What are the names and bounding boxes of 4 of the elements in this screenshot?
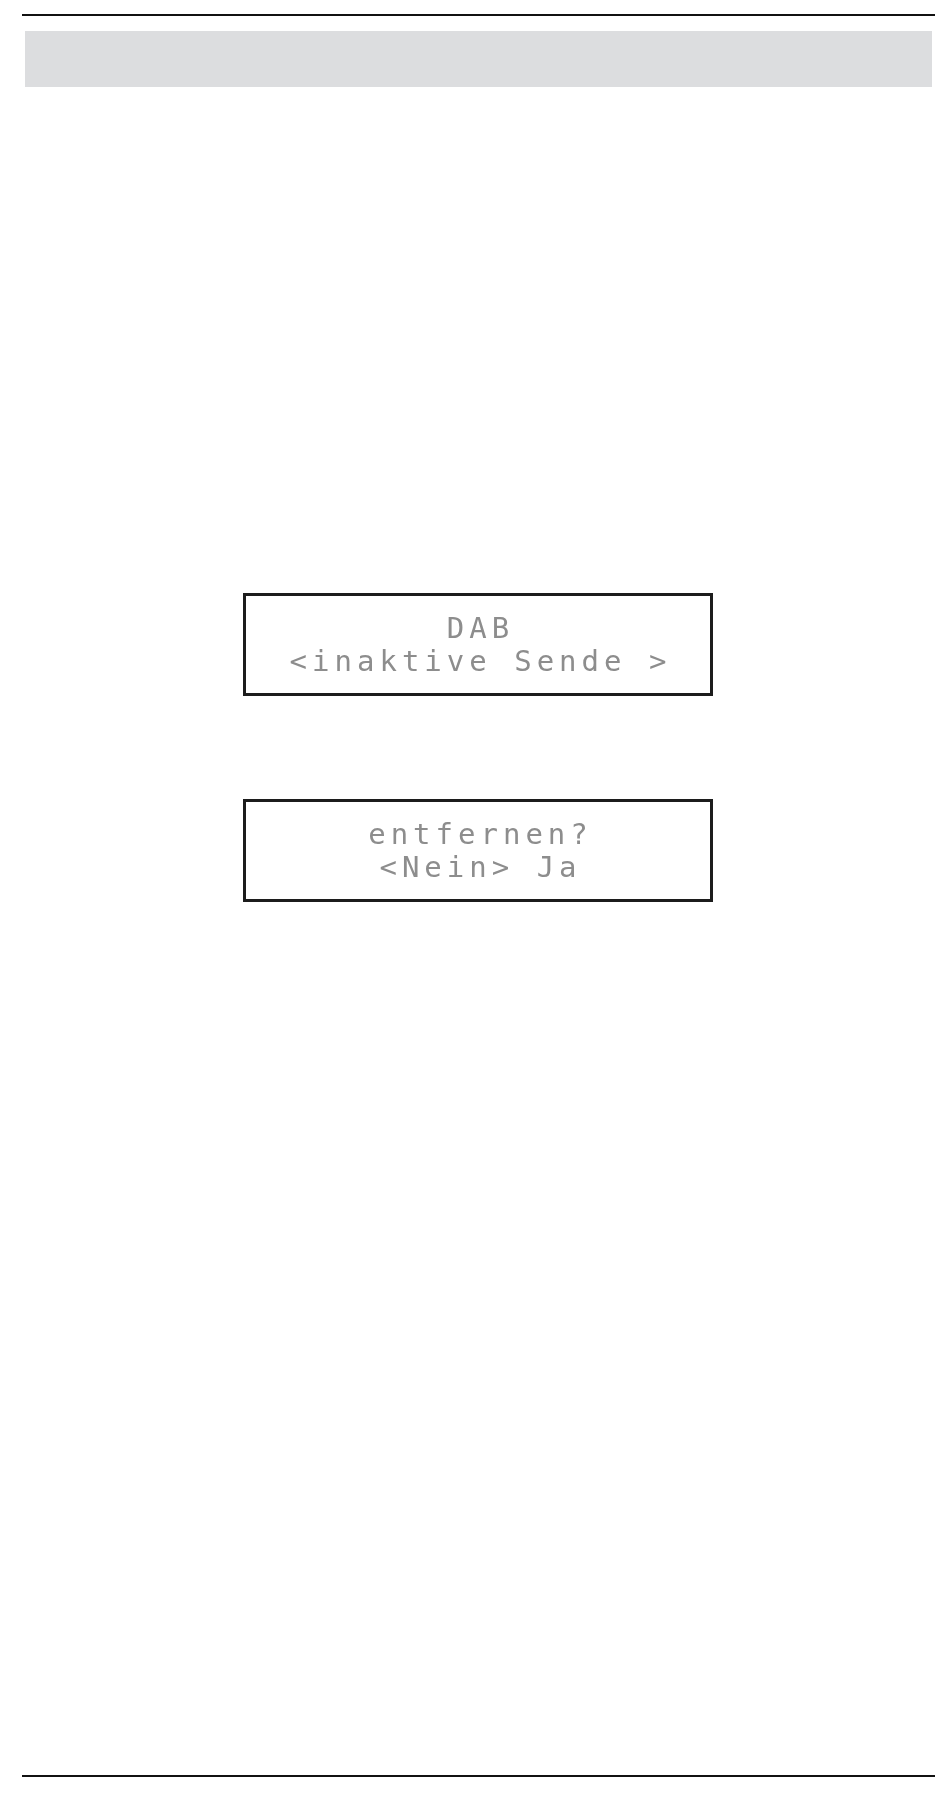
display-text: DAB: [445, 611, 515, 645]
display-text: <Nein> Ja: [378, 850, 582, 884]
display-text: <inaktive Sende >: [288, 644, 672, 678]
display-text: entfernen?: [367, 817, 593, 851]
